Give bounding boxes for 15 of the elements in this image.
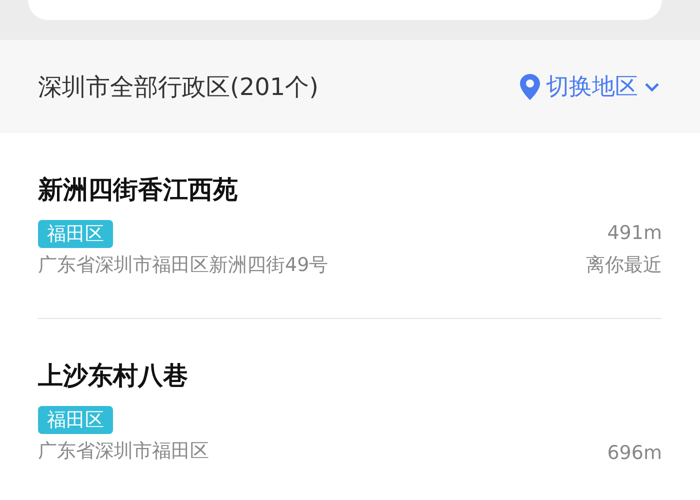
district-tag: 福田区 [38,406,113,434]
distance-label: 696m [607,442,662,464]
place-list-item[interactable]: 上沙东村八巷 福田区 广东省深圳市福田区 696m [0,319,700,464]
place-address: 广东省深圳市福田区新洲四街49号 [38,253,328,278]
place-name: 新洲四街香江西苑 [38,174,239,206]
district-tag: 福田区 [38,220,113,248]
location-pin-icon [520,74,540,100]
distance-label: 491m [607,222,662,244]
place-list-item[interactable]: 新洲四街香江西苑 福田区 广东省深圳市福田区新洲四街49号 491m 离你最近 [0,133,700,319]
region-count-title: 深圳市全部行政区(201个) [38,72,319,102]
nearest-note: 离你最近 [586,253,662,278]
place-name: 上沙东村八巷 [38,360,189,392]
place-address: 广东省深圳市福田区 [38,439,209,464]
switch-region-button[interactable]: 切换地区 [520,71,660,102]
chevron-down-icon [644,82,660,92]
